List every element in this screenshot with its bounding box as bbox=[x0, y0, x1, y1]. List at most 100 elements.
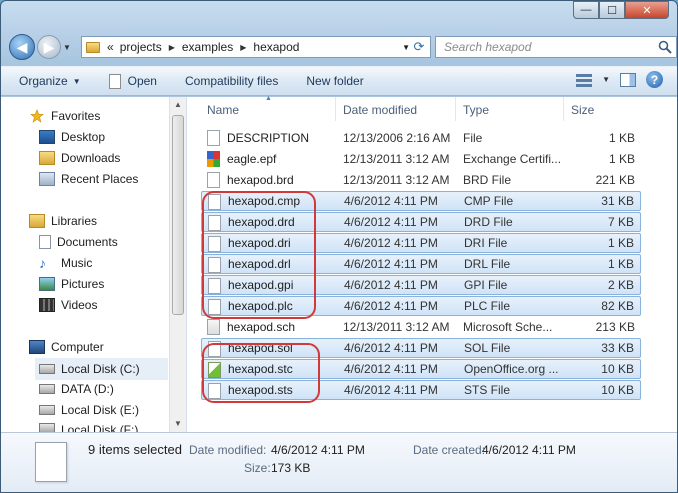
chevron-right-icon[interactable]: ▶ bbox=[165, 43, 179, 52]
search-icon[interactable] bbox=[658, 40, 672, 54]
file-row[interactable]: hexapod.sch 12/13/2011 3:12 AM Microsoft S… bbox=[201, 317, 641, 337]
file-date-modified: 4/6/2012 4:11 PM bbox=[344, 215, 438, 229]
nav-label: Computer bbox=[51, 340, 104, 354]
new-folder-button[interactable]: New folder bbox=[306, 74, 363, 88]
content-area: Favorites Desktop Downloads Recent Place… bbox=[1, 95, 677, 432]
scroll-up-icon[interactable]: ▲ bbox=[174, 100, 182, 109]
nav-recent-places[interactable]: Recent Places bbox=[39, 172, 138, 186]
nav-videos[interactable]: Videos bbox=[39, 298, 97, 312]
file-type: GPI File bbox=[464, 278, 508, 292]
file-row[interactable]: DESCRIPTION 12/13/2006 2:16 AM File 1 KB bbox=[201, 128, 641, 148]
column-divider[interactable] bbox=[455, 97, 456, 121]
file-type: DRL File bbox=[464, 257, 511, 271]
column-header-size[interactable]: Size bbox=[571, 103, 594, 117]
nav-data-d[interactable]: DATA (D:) bbox=[39, 382, 114, 396]
help-icon[interactable]: ? bbox=[646, 71, 663, 88]
nav-computer[interactable]: Computer bbox=[29, 340, 104, 354]
maximize-button[interactable]: ☐ bbox=[599, 1, 625, 19]
file-date-modified: 12/13/2011 3:12 AM bbox=[343, 173, 450, 187]
file-date-modified: 12/13/2006 2:16 AM bbox=[343, 131, 451, 145]
file-type: Microsoft Sche... bbox=[463, 320, 553, 334]
file-date-modified: 12/13/2011 3:12 AM bbox=[343, 152, 450, 166]
desktop-icon bbox=[39, 130, 55, 144]
new-folder-label: New folder bbox=[306, 74, 364, 88]
file-date-modified: 4/6/2012 4:11 PM bbox=[344, 194, 438, 208]
organize-button[interactable]: Organize ▼ bbox=[19, 74, 81, 88]
toolbar-right: ▼ ? bbox=[576, 71, 663, 88]
scrollbar-thumb[interactable] bbox=[172, 115, 184, 315]
explorer-window: — ☐ ✕ ◀ ▶ ▼ « projects ▶ examples ▶ hexa… bbox=[0, 0, 678, 493]
chevron-down-icon: ▼ bbox=[72, 76, 81, 86]
breadcrumb-hexapod[interactable]: hexapod bbox=[250, 40, 302, 54]
drive-icon bbox=[39, 384, 55, 394]
file-row[interactable]: hexapod.brd 12/13/2011 3:12 AM BRD File 221… bbox=[201, 170, 641, 190]
nav-favorites[interactable]: Favorites bbox=[29, 109, 100, 123]
column-headers: ▲ Name Date modified Type Size bbox=[197, 95, 677, 121]
recent-pages-dropdown[interactable]: ▼ bbox=[61, 43, 73, 52]
folder-icon bbox=[86, 41, 100, 53]
file-size: 1 KB bbox=[607, 257, 634, 271]
music-icon: ♪ bbox=[39, 255, 46, 271]
chevron-right-icon[interactable]: ▶ bbox=[236, 43, 250, 52]
scroll-down-icon[interactable]: ▼ bbox=[174, 419, 182, 428]
documents-icon bbox=[39, 235, 51, 249]
drive-icon bbox=[39, 423, 55, 432]
minimize-button[interactable]: — bbox=[573, 1, 599, 19]
column-divider[interactable] bbox=[563, 97, 564, 121]
nav-label: Local Disk (E:) bbox=[61, 403, 140, 417]
column-header-type[interactable]: Type bbox=[463, 103, 489, 117]
selection-count: 9 items selected bbox=[88, 442, 182, 457]
view-options-icon[interactable] bbox=[576, 73, 593, 87]
nav-desktop[interactable]: Desktop bbox=[39, 130, 105, 144]
nav-documents[interactable]: Documents bbox=[39, 235, 118, 249]
back-button[interactable]: ◀ bbox=[9, 34, 35, 60]
nav-downloads[interactable]: Downloads bbox=[39, 151, 120, 165]
file-date-modified: 4/6/2012 4:11 PM bbox=[344, 299, 438, 313]
star-icon bbox=[30, 109, 44, 123]
file-size: 7 KB bbox=[607, 215, 634, 229]
compatibility-files-button[interactable]: Compatibility files bbox=[185, 74, 278, 88]
file-date-modified: 4/6/2012 4:11 PM bbox=[344, 278, 438, 292]
compatibility-files-label: Compatibility files bbox=[184, 74, 279, 88]
file-size: 31 KB bbox=[601, 194, 634, 208]
nav-scrollbar[interactable]: ▲ ▼ bbox=[169, 97, 186, 432]
nav-libraries[interactable]: Libraries bbox=[29, 214, 97, 228]
file-size: 213 KB bbox=[595, 320, 635, 334]
breadcrumb-overflow[interactable]: « bbox=[104, 40, 117, 54]
forward-button[interactable]: ▶ bbox=[37, 35, 61, 59]
file-date-modified: 4/6/2012 4:11 PM bbox=[344, 341, 438, 355]
nav-local-disk-e[interactable]: Local Disk (E:) bbox=[39, 403, 139, 417]
annotation-oval bbox=[202, 191, 316, 319]
file-type: OpenOffice.org ... bbox=[464, 362, 559, 376]
column-header-name[interactable]: Name bbox=[207, 103, 239, 117]
chevron-down-icon[interactable]: ▼ bbox=[602, 75, 610, 84]
file-row[interactable]: eagle.epf 12/13/2011 3:12 AM Exchange Cert… bbox=[201, 149, 641, 169]
file-date-modified: 4/6/2012 4:11 PM bbox=[344, 236, 438, 250]
nav-pictures[interactable]: Pictures bbox=[39, 277, 104, 291]
close-button[interactable]: ✕ bbox=[625, 1, 669, 19]
file-size: 82 KB bbox=[601, 299, 634, 313]
column-header-date[interactable]: Date modified bbox=[343, 103, 417, 117]
drive-icon bbox=[39, 405, 55, 415]
file-name: DESCRIPTION bbox=[227, 131, 310, 145]
nav-local-disk-c[interactable]: Local Disk (C:) bbox=[35, 358, 168, 380]
file-size: 221 KB bbox=[595, 173, 635, 187]
file-type: DRD File bbox=[464, 215, 513, 229]
document-icon bbox=[108, 73, 121, 89]
column-divider[interactable] bbox=[335, 97, 336, 121]
breadcrumb-examples[interactable]: examples bbox=[179, 40, 236, 54]
open-button[interactable]: Open bbox=[108, 73, 157, 89]
file-date-modified: 4/6/2012 4:11 PM bbox=[344, 362, 438, 376]
refresh-icon[interactable]: ⟳ bbox=[407, 36, 431, 58]
annotation-oval bbox=[202, 343, 320, 403]
nav-local-disk-f[interactable]: Local Disk (F:) bbox=[39, 423, 138, 432]
eagle-config-icon bbox=[207, 151, 220, 167]
file-icon bbox=[207, 130, 220, 146]
search-input[interactable]: Search hexapod bbox=[435, 36, 677, 58]
breadcrumb-projects[interactable]: projects bbox=[117, 40, 165, 54]
file-type: BRD File bbox=[463, 173, 512, 187]
address-bar[interactable]: « projects ▶ examples ▶ hexapod ▼ bbox=[81, 36, 431, 58]
nav-music[interactable]: ♪ Music bbox=[39, 256, 92, 270]
computer-icon bbox=[29, 340, 45, 354]
preview-pane-icon[interactable] bbox=[620, 72, 636, 87]
